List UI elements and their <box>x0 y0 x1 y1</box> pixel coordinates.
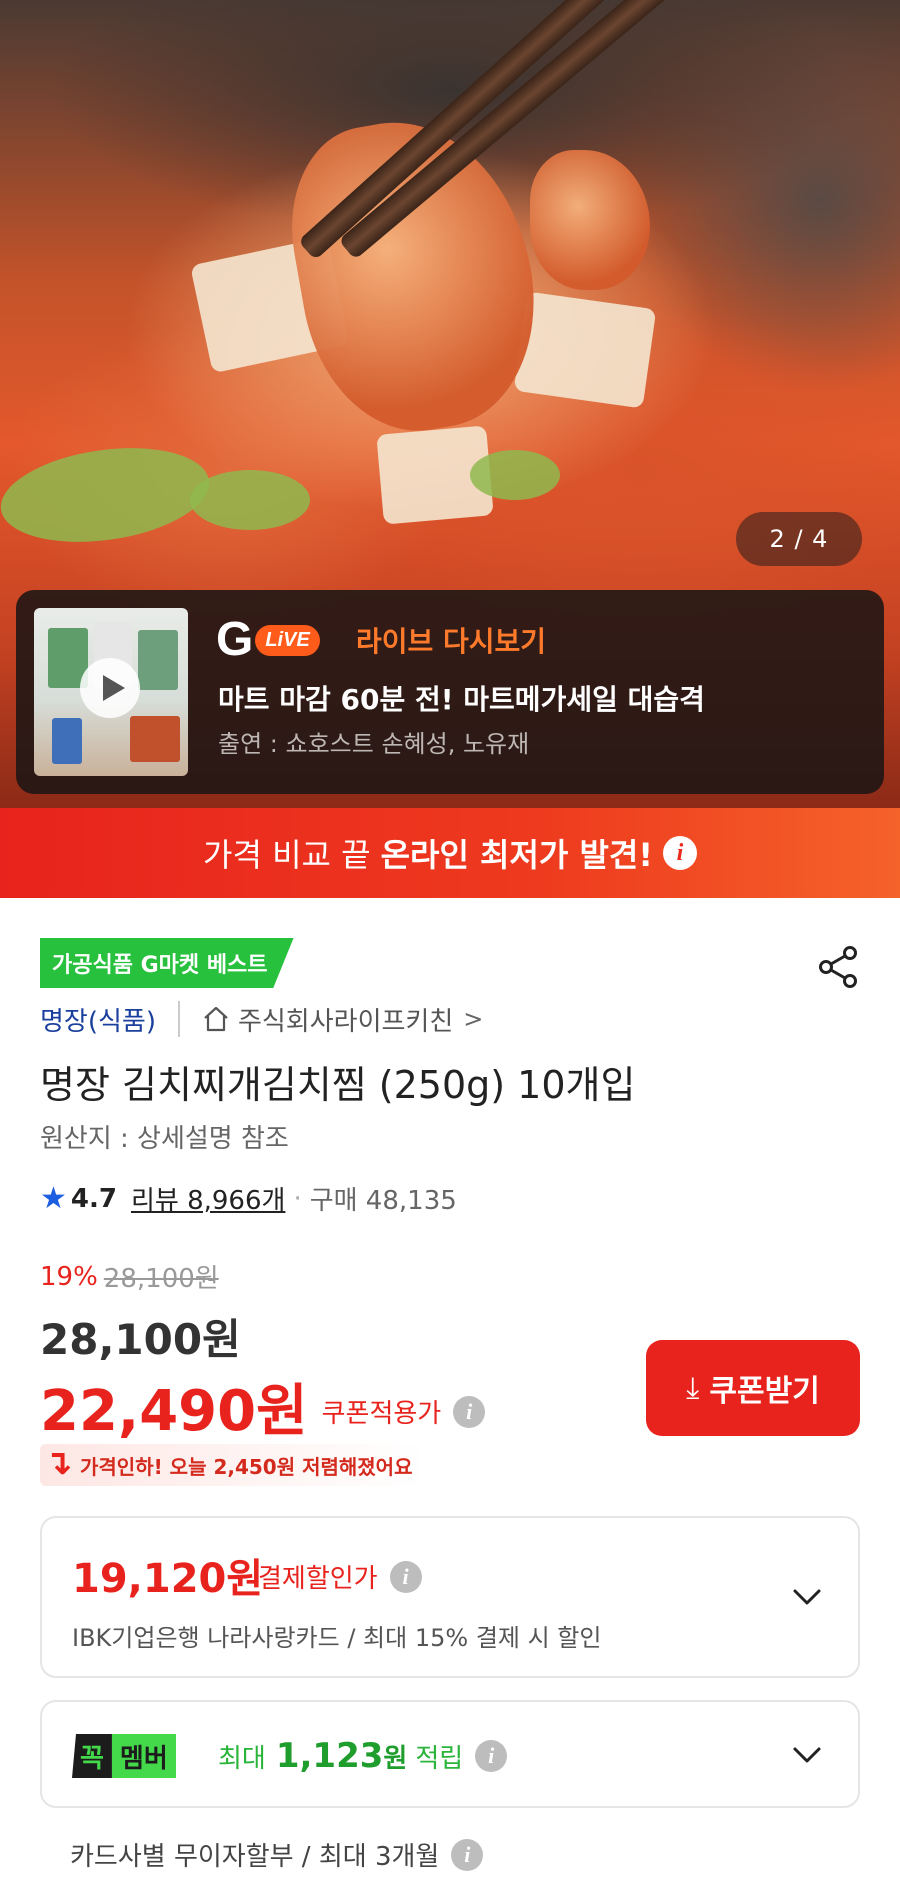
member-reward-text: 최대 1,123 원 적립 i <box>218 1736 508 1776</box>
member-logo-a: 꼭 <box>72 1734 112 1778</box>
divider <box>177 1001 180 1037</box>
info-icon[interactable]: i <box>451 1838 484 1871</box>
payment-discount-label: 결제할인가 <box>258 1564 378 1594</box>
info-icon[interactable]: i <box>475 1740 508 1772</box>
thumbnail-decoration <box>52 718 82 764</box>
sale-price: 28,100원 <box>40 1315 241 1364</box>
rating-row: ★ 4.7 리뷰 8,966개 · 구매 48,135 <box>40 1180 457 1217</box>
chevron-right-icon[interactable]: > <box>463 1005 483 1033</box>
download-icon: ⤓ <box>686 1370 700 1406</box>
review-link[interactable]: 리뷰 8,966개 <box>131 1180 285 1217</box>
live-title: 마트 마감 60분 전! 마트메가세일 대습격 <box>218 683 705 716</box>
original-price: 28,100원 <box>103 1264 219 1294</box>
member-won: 원 <box>383 1744 408 1774</box>
member-logo-b: 멤버 <box>111 1734 176 1778</box>
store-link[interactable]: 주식회사라이프키친 <box>238 1001 453 1038</box>
image-page-counter: 2 / 4 <box>736 512 862 566</box>
store-home-icon <box>204 1006 228 1032</box>
discount-rate: 19% <box>40 1261 98 1292</box>
chevron-down-icon[interactable] <box>792 1582 822 1612</box>
lowest-price-banner[interactable]: 가격 비교 끝 온라인 최저가 발견! i <box>0 808 900 898</box>
chevron-down-icon[interactable] <box>792 1740 822 1770</box>
info-icon[interactable]: i <box>389 1560 422 1593</box>
banner-text: 가격 비교 끝 <box>203 836 371 874</box>
payment-discount-card[interactable]: 19,120원 결제할인가 i IBK기업은행 나라사랑카드 / 최대 15% … <box>40 1516 860 1678</box>
thumbnail-decoration <box>130 716 180 762</box>
banner-strong-text: 온라인 최저가 발견! <box>380 836 653 874</box>
down-arrow-icon: ↴ <box>44 1443 73 1483</box>
share-icon[interactable] <box>816 944 862 990</box>
purchase-count: 구매 48,135 <box>309 1186 457 1216</box>
get-coupon-label: 쿠폰받기 <box>709 1374 820 1409</box>
price-drop-text: 가격인하! 오늘 2,450원 저렴해졌어요 <box>80 1454 413 1479</box>
price-drop-notice: ↴ 가격인하! 오늘 2,450원 저렴해졌어요 <box>40 1443 427 1486</box>
food-decoration <box>530 150 650 290</box>
info-icon[interactable]: i <box>453 1395 486 1428</box>
member-prefix: 최대 <box>218 1744 266 1774</box>
live-cast: 출연 : 쇼호스트 손혜성, 노유재 <box>218 730 530 758</box>
rating-score: 4.7 <box>70 1183 117 1214</box>
food-decoration <box>0 435 216 555</box>
member-logo: 꼭 멤버 <box>72 1734 176 1778</box>
product-image-carousel[interactable]: 2 / 4 G LiVE 라이브 다시보기 마트 마감 60분 전! 마트메가세… <box>0 0 900 808</box>
get-coupon-button[interactable]: ⤓ 쿠폰받기 <box>646 1340 860 1436</box>
star-icon: ★ <box>40 1181 67 1216</box>
product-title: 명장 김치찌개김치찜 (250g) 10개입 <box>40 1063 636 1107</box>
brand-row: 명장(식품) 주식회사라이프키친 > <box>40 998 483 1040</box>
live-replay-label: 라이브 다시보기 <box>356 625 547 658</box>
live-replay-card[interactable]: G LiVE 라이브 다시보기 마트 마감 60분 전! 마트메가세일 대습격 … <box>16 590 884 794</box>
installment-text: 카드사별 무이자할부 / 최대 3개월 <box>70 1842 440 1872</box>
thumbnail-decoration <box>138 630 178 690</box>
coupon-price-row: 22,490원 쿠폰적용가 i <box>40 1366 486 1447</box>
info-icon[interactable]: i <box>662 836 697 870</box>
coupon-price: 22,490원 <box>40 1379 308 1444</box>
member-amount: 1,123 <box>275 1736 384 1776</box>
member-suffix: 적립 <box>415 1744 464 1774</box>
product-origin: 원산지 : 상세설명 참조 <box>40 1124 289 1154</box>
discount-row: 19% 28,100원 <box>40 1258 219 1295</box>
best-seller-badge: 가공식품 G마켓 베스트 <box>40 938 294 988</box>
installment-info: 카드사별 무이자할부 / 최대 3개월 i <box>70 1836 484 1873</box>
food-decoration <box>470 450 560 500</box>
coupon-price-label: 쿠폰적용가 <box>321 1399 442 1429</box>
g-logo-letter: G <box>216 613 254 666</box>
food-decoration <box>190 470 310 530</box>
play-icon[interactable] <box>80 658 140 718</box>
live-video-thumbnail[interactable] <box>34 608 188 776</box>
brand-link[interactable]: 명장(식품) <box>40 1001 156 1038</box>
food-decoration <box>513 291 657 409</box>
member-reward-card[interactable]: 꼭 멤버 최대 1,123 원 적립 i <box>40 1700 860 1808</box>
g-live-logo: G LiVE <box>216 614 320 666</box>
payment-discount-label-wrap: 결제할인가 i <box>258 1558 422 1595</box>
separator-dot: · <box>293 1183 302 1214</box>
live-badge: LiVE <box>255 624 320 656</box>
payment-discount-price: 19,120원 <box>72 1556 264 1602</box>
payment-discount-desc: IBK기업은행 나라사랑카드 / 최대 15% 결제 시 할인 <box>72 1624 602 1652</box>
